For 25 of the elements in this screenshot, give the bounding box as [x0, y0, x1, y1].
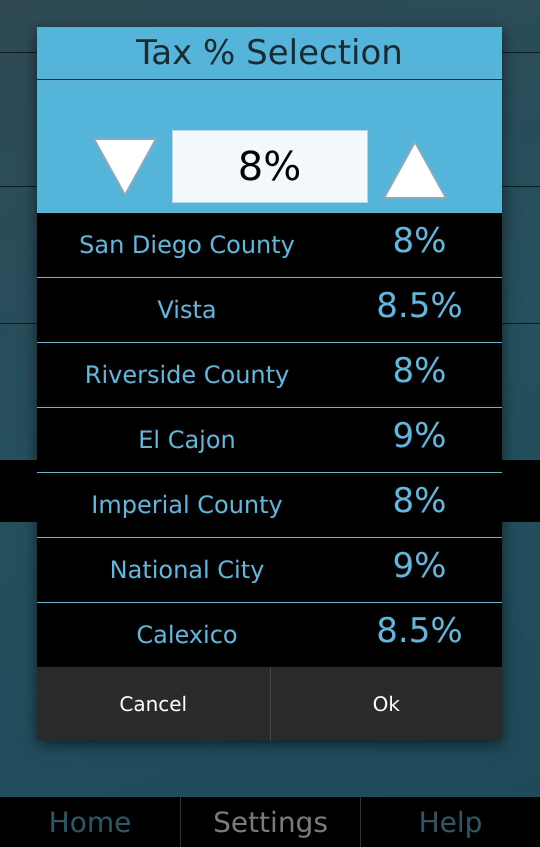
rate-row[interactable]: Calexico 8.5%: [37, 602, 502, 667]
tax-rate: 8%: [392, 221, 446, 261]
tax-rate: 8.5%: [376, 611, 463, 651]
location-name: San Diego County: [79, 231, 295, 259]
tax-input-field[interactable]: 8%: [172, 130, 368, 203]
location-name: Calexico: [136, 621, 238, 649]
rate-row[interactable]: San Diego County 8%: [37, 212, 502, 277]
location-name: National City: [110, 556, 264, 584]
location-name: Imperial County: [91, 491, 283, 519]
rate-row[interactable]: National City 9%: [37, 537, 502, 602]
rate-row[interactable]: El Cajon 9%: [37, 407, 502, 472]
increase-icon[interactable]: [382, 140, 448, 200]
rate-row[interactable]: Riverside County 8%: [37, 342, 502, 407]
location-name: El Cajon: [138, 426, 236, 454]
location-name: Riverside County: [84, 361, 290, 389]
tax-rate: 8%: [392, 351, 446, 391]
tax-rate: 9%: [392, 546, 446, 586]
rate-row[interactable]: Imperial County 8%: [37, 472, 502, 537]
location-name: Vista: [157, 296, 217, 324]
tax-rate: 8%: [392, 481, 446, 521]
dialog-title: Tax % Selection: [37, 27, 502, 80]
tax-rate: 9%: [392, 416, 446, 456]
tax-rate: 8.5%: [376, 286, 463, 326]
rate-row[interactable]: Vista 8.5%: [37, 277, 502, 342]
decrease-icon[interactable]: [92, 137, 158, 197]
